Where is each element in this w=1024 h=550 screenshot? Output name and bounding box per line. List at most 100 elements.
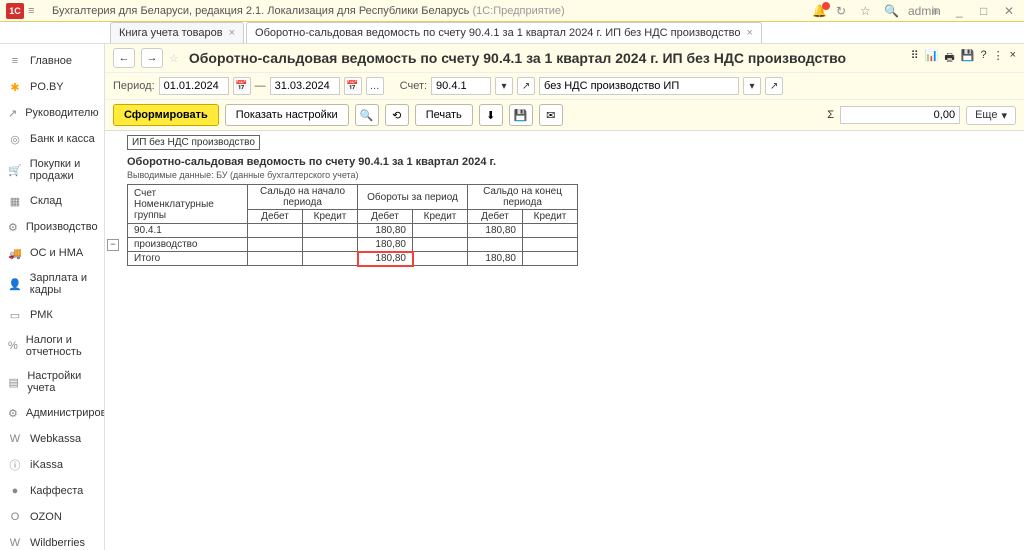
calendar-to-icon[interactable]: 📅 — [344, 77, 362, 95]
sidebar-item[interactable]: 🚚ОС и НМА — [0, 240, 104, 266]
zoom-in-icon[interactable]: 🔍 — [355, 104, 379, 126]
save-icon[interactable]: 💾 — [961, 49, 975, 68]
chart-icon[interactable]: 📊 — [925, 49, 939, 68]
bell-icon[interactable]: 🔔 — [812, 4, 826, 18]
content-area: ← → ☆ Оборотно-сальдовая ведомость по сч… — [105, 44, 1024, 550]
user-label[interactable]: admin — [908, 4, 922, 18]
cell-end-debit — [468, 238, 523, 252]
sidebar-item[interactable]: ✱PO.BY — [0, 74, 104, 100]
save-disk-icon[interactable]: 💾 — [509, 104, 533, 126]
sidebar-item[interactable]: 🛒Покупки и продажи — [0, 152, 104, 188]
tab-label: Оборотно-сальдовая ведомость по счету 90… — [255, 27, 740, 39]
sidebar-item[interactable]: OOZON — [0, 504, 104, 530]
col-saldo-start: Сальдо на начало периода — [248, 185, 358, 210]
date-to-input[interactable] — [270, 77, 340, 95]
sidebar-item-label: ОС и НМА — [30, 247, 83, 259]
print-button[interactable]: Печать — [415, 104, 473, 126]
cell — [413, 224, 468, 238]
chevron-down-icon: ▾ — [1001, 109, 1007, 122]
col-account: Счет — [134, 188, 241, 199]
sidebar-item[interactable]: ⚙Производство — [0, 214, 104, 240]
report-body: ИП без НДС производство Оборотно-сальдов… — [105, 131, 1024, 550]
sidebar-item[interactable]: WWebkassa — [0, 426, 104, 452]
favorite-star-icon[interactable]: ☆ — [169, 52, 179, 65]
sidebar-item[interactable]: ⚙Администрирование — [0, 400, 104, 426]
export-icon[interactable]: ⬇ — [479, 104, 503, 126]
account-open-icon[interactable]: ↗ — [517, 77, 535, 95]
sidebar-icon: W — [8, 536, 22, 550]
close-icon[interactable]: ✕ — [1004, 4, 1018, 18]
calendar-from-icon[interactable]: 📅 — [233, 77, 251, 95]
table-row[interactable]: производство180,80 — [128, 238, 578, 252]
tab-close-icon[interactable]: × — [746, 27, 752, 39]
more-v-icon[interactable]: ⋮ — [993, 49, 1004, 68]
period-picker-button[interactable]: … — [366, 77, 384, 95]
show-settings-button[interactable]: Показать настройки — [225, 104, 349, 126]
app-topbar: 1C ≡ Бухгалтерия для Беларуси, редакция … — [0, 0, 1024, 22]
cell — [303, 224, 358, 238]
sidebar-icon: ⚙ — [8, 406, 18, 420]
col-debit: Дебет — [248, 210, 303, 224]
sidebar-item[interactable]: ▭РМК — [0, 302, 104, 328]
settings-bars-icon[interactable]: ≡ — [932, 4, 946, 18]
col-debit: Дебет — [468, 210, 523, 224]
more-button[interactable]: Еще▾ — [966, 106, 1016, 125]
org-open-icon[interactable]: ↗ — [765, 77, 783, 95]
sidebar-item[interactable]: ▦Склад — [0, 188, 104, 214]
nav-back-button[interactable]: ← — [113, 48, 135, 68]
period-label: Период: — [113, 80, 155, 92]
account-dropdown-icon[interactable]: ▾ — [495, 77, 513, 95]
org-dropdown-icon[interactable]: ▾ — [743, 77, 761, 95]
cell-turnover-debit: 180,80 — [358, 252, 413, 266]
cell — [303, 238, 358, 252]
sidebar-item[interactable]: ⓘiKassa — [0, 452, 104, 478]
form-button[interactable]: Сформировать — [113, 104, 219, 126]
table-row[interactable]: 90.4.1180,80180,80 — [128, 224, 578, 238]
print-icon[interactable]: 🖶 — [944, 49, 954, 68]
tab-close-icon[interactable]: × — [229, 27, 235, 39]
sidebar-item[interactable]: ▤Настройки учета — [0, 364, 104, 400]
sidebar-item[interactable]: WWildberries — [0, 530, 104, 550]
minimize-icon[interactable]: _ — [956, 4, 970, 18]
account-input[interactable] — [431, 77, 491, 95]
star-icon[interactable]: ☆ — [860, 4, 874, 18]
sidebar-item[interactable]: ≡Главное — [0, 48, 104, 74]
report-org: ИП без НДС производство — [127, 135, 260, 150]
history-icon[interactable]: ↻ — [836, 4, 850, 18]
document-tabs: Книга учета товаров × Оборотно-сальдовая… — [0, 22, 1024, 44]
cell-end-debit: 180,80 — [468, 224, 523, 238]
menu-burger-icon[interactable]: ≡ — [28, 5, 44, 17]
org-input[interactable] — [539, 77, 739, 95]
sidebar-icon: ▦ — [8, 194, 22, 208]
date-from-input[interactable] — [159, 77, 229, 95]
table-row[interactable]: Итого180,80180,80 — [128, 252, 578, 266]
sidebar-item[interactable]: ↗Руководителю — [0, 100, 104, 126]
sidebar-item[interactable]: ●Каффеста — [0, 478, 104, 504]
sidebar-item[interactable]: %Налоги и отчетность — [0, 328, 104, 364]
sidebar-icon: ⓘ — [8, 458, 22, 472]
col-turnover: Обороты за период — [358, 185, 468, 210]
mail-icon[interactable]: ✉ — [539, 104, 563, 126]
zoom-reset-icon[interactable]: ⟲ — [385, 104, 409, 126]
search-icon[interactable]: 🔍 — [884, 4, 898, 18]
dots-icon[interactable]: ⠿ — [911, 49, 919, 68]
maximize-icon[interactable]: □ — [980, 4, 994, 18]
help-icon[interactable]: ? — [980, 49, 986, 68]
collapse-toggle[interactable]: − — [107, 239, 119, 251]
sidebar-item[interactable]: 👤Зарплата и кадры — [0, 266, 104, 302]
cell-end-debit: 180,80 — [468, 252, 523, 266]
page-title: Оборотно-сальдовая ведомость по счету 90… — [189, 50, 846, 66]
nav-fwd-button[interactable]: → — [141, 48, 163, 68]
sum-input[interactable] — [840, 106, 960, 124]
tab-book[interactable]: Книга учета товаров × — [110, 22, 244, 43]
cell — [523, 252, 578, 266]
sidebar-icon: ✱ — [8, 80, 22, 94]
sidebar-item-label: Webkassa — [30, 433, 81, 445]
sidebar-item[interactable]: ◎Банк и касса — [0, 126, 104, 152]
cell — [248, 238, 303, 252]
sidebar-icon: 👤 — [8, 277, 22, 291]
close-doc-icon[interactable]: × — [1010, 49, 1016, 68]
app-title: Бухгалтерия для Беларуси, редакция 2.1. … — [52, 5, 812, 17]
cell-turnover-debit: 180,80 — [358, 238, 413, 252]
tab-report[interactable]: Оборотно-сальдовая ведомость по счету 90… — [246, 22, 762, 43]
